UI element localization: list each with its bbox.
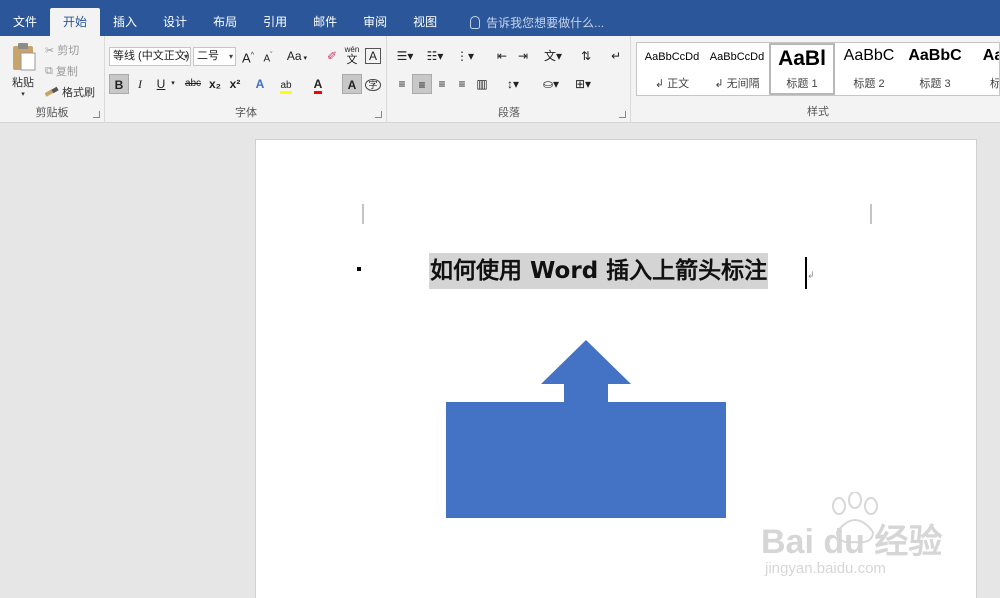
scissors-icon: ✂ bbox=[45, 44, 55, 57]
tab-review[interactable]: 审阅 bbox=[350, 8, 400, 36]
tab-insert[interactable]: 插入 bbox=[100, 8, 150, 36]
watermark-brand: Bai du 经验 bbox=[761, 523, 943, 561]
format-painter-button[interactable]: 格式刷 bbox=[45, 84, 95, 100]
bullets-icon[interactable]: ☰▾ bbox=[392, 46, 418, 66]
ribbon: 粘贴 ▾ ✂ 剪切 ⧉ 复制 格式刷 剪贴板 等线 (中文正文) ▾ 二号 ▾ A^… bbox=[0, 36, 1000, 123]
phonetic-guide-button[interactable]: wén 文 bbox=[342, 45, 362, 66]
justify-icon[interactable]: ≡ bbox=[452, 74, 472, 94]
title-bar: 文件 开始 插入 设计 布局 引用 邮件 审阅 视图 告诉我您想要做什么... bbox=[0, 0, 1000, 36]
distributed-icon[interactable]: ▥ bbox=[472, 74, 492, 94]
style-title[interactable]: AaBl 标题 bbox=[968, 43, 999, 95]
enclose-char-button[interactable]: 字 bbox=[363, 74, 383, 94]
line-spacing-icon[interactable]: ↕▾ bbox=[500, 74, 526, 94]
underline-dropdown-icon[interactable]: ▾ bbox=[168, 74, 178, 94]
highlighter-icon: ab bbox=[280, 80, 292, 94]
shrink-font-button[interactable]: Aˇ bbox=[258, 46, 278, 66]
font-size-select[interactable]: 二号 ▾ bbox=[193, 47, 236, 66]
clipboard-launcher-icon[interactable] bbox=[93, 111, 100, 118]
font-group-label: 字体 bbox=[235, 107, 257, 119]
ribbon-tabs: 文件 开始 插入 设计 布局 引用 邮件 审阅 视图 告诉我您想要做什么... bbox=[0, 8, 604, 36]
change-case-button[interactable]: Aa ▾ bbox=[282, 46, 312, 66]
tab-layout[interactable]: 布局 bbox=[200, 8, 250, 36]
char-shading-button[interactable]: A bbox=[342, 74, 362, 94]
align-left-icon[interactable]: ≡ bbox=[392, 74, 412, 94]
style-normal[interactable]: AaBbCcDd ↲ 正文 bbox=[639, 43, 705, 95]
tab-design[interactable]: 设计 bbox=[150, 8, 200, 36]
paste-dropdown-icon: ▾ bbox=[21, 91, 25, 98]
style-heading-1[interactable]: AaBl 标题 1 bbox=[769, 43, 835, 95]
chevron-down-icon: ▾ bbox=[183, 52, 188, 61]
margin-corner-top-right bbox=[870, 204, 872, 224]
clipboard-icon bbox=[13, 43, 36, 71]
font-launcher-icon[interactable] bbox=[375, 111, 382, 118]
tab-mailings[interactable]: 邮件 bbox=[300, 8, 350, 36]
style-heading-3[interactable]: AaBbC 标题 3 bbox=[902, 43, 968, 95]
highlight-button[interactable]: ab bbox=[276, 74, 296, 94]
paragraph-group-label: 段落 bbox=[498, 107, 520, 119]
document-page[interactable]: 如何使用 Word 插入上箭头标注 ↲ Bai du 经验 jingyan.ba… bbox=[255, 139, 977, 598]
style-no-spacing[interactable]: AaBbCcDd ↲ 无间隔 bbox=[704, 43, 770, 95]
borders-icon[interactable]: ⊞▾ bbox=[570, 74, 596, 94]
text-effects-button[interactable]: A bbox=[250, 74, 270, 94]
circled-char-icon: 字 bbox=[365, 79, 381, 91]
styles-gallery: AaBbCcDd ↲ 正文 AaBbCcDd ↲ 无间隔 AaBl 标题 1 A… bbox=[636, 42, 1000, 96]
lightbulb-icon bbox=[470, 15, 481, 29]
multilevel-list-icon[interactable]: ⋮▾ bbox=[452, 46, 478, 66]
tab-home[interactable]: 开始 bbox=[50, 8, 101, 36]
subscript-button[interactable]: x₂ bbox=[205, 74, 225, 94]
baidu-watermark: Bai du 经验 jingyan.baidu.com bbox=[761, 492, 991, 582]
up-arrow-callout-shape[interactable] bbox=[446, 340, 726, 520]
tell-me-placeholder: 告诉我您想要做什么... bbox=[486, 15, 605, 30]
font-color-icon: A bbox=[313, 77, 323, 94]
asian-layout-icon[interactable]: 文▾ bbox=[540, 46, 566, 66]
char-border-button[interactable]: A bbox=[365, 48, 381, 64]
style-heading-2[interactable]: AaBbC 标题 2 bbox=[836, 43, 902, 95]
strikethrough-button[interactable]: abc bbox=[181, 74, 205, 94]
paragraph-mark: ↲ bbox=[807, 270, 815, 280]
tell-me-box[interactable]: 告诉我您想要做什么... bbox=[470, 8, 604, 36]
decrease-indent-icon[interactable]: ⇤ bbox=[492, 46, 512, 66]
paragraph-group: ☰▾ ☷▾ ⋮▾ ⇤ ⇥ 文▾ ⇅ ↵ ≡ ≡ ≡ ≡ ▥ ↕▾ ⛀▾ ⊞▾ 段… bbox=[388, 36, 631, 123]
increase-indent-icon[interactable]: ⇥ bbox=[513, 46, 533, 66]
paste-button[interactable]: 粘贴 ▾ bbox=[8, 42, 38, 98]
font-name-select[interactable]: 等线 (中文正文) ▾ bbox=[109, 47, 191, 66]
bold-button[interactable]: B bbox=[109, 74, 129, 94]
align-center-icon[interactable]: ≡ bbox=[412, 74, 432, 94]
clear-format-button[interactable]: ✐ bbox=[322, 46, 342, 66]
paragraph-launcher-icon[interactable] bbox=[619, 111, 626, 118]
watermark-url: jingyan.baidu.com bbox=[765, 560, 886, 577]
tab-references[interactable]: 引用 bbox=[250, 8, 300, 36]
font-color-button[interactable]: A bbox=[308, 74, 328, 94]
document-heading[interactable]: 如何使用 Word 插入上箭头标注 bbox=[429, 253, 769, 289]
tab-view[interactable]: 视图 bbox=[400, 8, 450, 36]
clipboard-group-label: 剪贴板 bbox=[35, 107, 69, 119]
sort-icon[interactable]: ⇅ bbox=[576, 46, 596, 66]
superscript-button[interactable]: x² bbox=[225, 74, 245, 94]
styles-group-label: 样式 bbox=[807, 106, 829, 118]
numbering-icon[interactable]: ☷▾ bbox=[422, 46, 448, 66]
shading-icon[interactable]: ⛀▾ bbox=[536, 74, 566, 94]
paintbrush-icon bbox=[45, 86, 59, 97]
copy-icon: ⧉ bbox=[45, 64, 53, 77]
margin-corner-top-left bbox=[362, 204, 364, 224]
copy-button[interactable]: ⧉ 复制 bbox=[45, 63, 78, 79]
paragraph-bullet bbox=[357, 267, 361, 271]
align-right-icon[interactable]: ≡ bbox=[432, 74, 452, 94]
italic-button[interactable]: I bbox=[130, 74, 150, 94]
tab-file[interactable]: 文件 bbox=[0, 8, 50, 36]
show-marks-icon[interactable]: ↵ bbox=[606, 46, 626, 66]
grow-font-button[interactable]: A^ bbox=[238, 46, 258, 66]
clipboard-group: 粘贴 ▾ ✂ 剪切 ⧉ 复制 格式刷 剪贴板 bbox=[0, 36, 105, 123]
font-group: 等线 (中文正文) ▾ 二号 ▾ A^ Aˇ Aa ▾ ✐ wén 文 A B I U… bbox=[106, 36, 387, 123]
cut-button[interactable]: ✂ 剪切 bbox=[45, 42, 79, 58]
eraser-icon: ✐ bbox=[326, 49, 338, 63]
paste-label: 粘贴 bbox=[12, 77, 34, 89]
up-arrow-callout-path bbox=[446, 340, 726, 518]
chevron-down-icon: ▾ bbox=[228, 52, 233, 61]
